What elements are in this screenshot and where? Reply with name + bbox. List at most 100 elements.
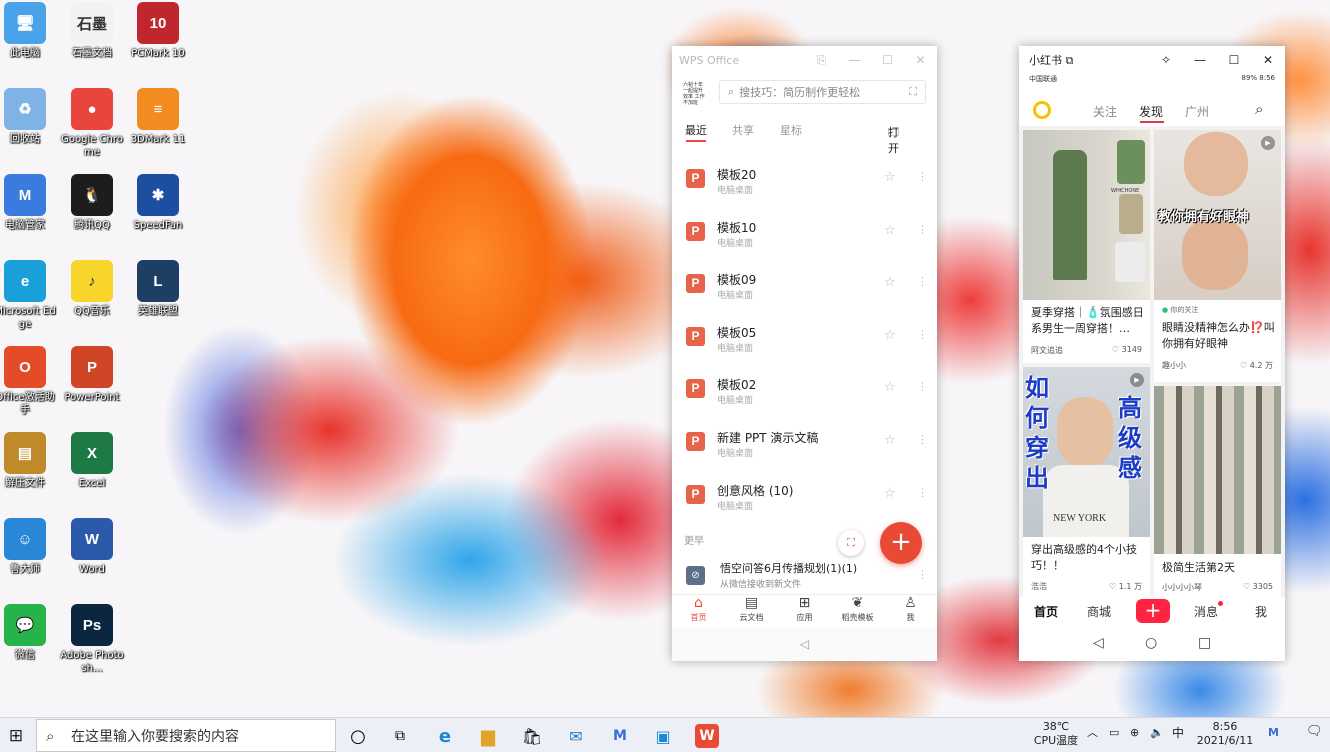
tab-starred[interactable]: 星标 [780,122,802,138]
desktop-icon[interactable]: ♪ QQ音乐 [60,260,124,318]
desktop-icon[interactable]: ✱ SpeedFan [126,174,190,232]
battery-icon[interactable]: ▭ [1109,726,1119,740]
desktop-icon[interactable]: ● Google Chrome [60,88,124,159]
desktop-icon[interactable]: L 英雄联盟 [126,260,190,318]
wps-taskbar-icon[interactable]: W [695,724,719,748]
desktop-icon[interactable]: 🐧 腾讯QQ [60,174,124,232]
more-icon[interactable]: ⋮ [917,223,928,236]
file-list-item[interactable]: P 模板10 电脑桌面 ☆ ⋮ [672,207,937,260]
file-list-item[interactable]: P 模板20 电脑桌面 ☆ ⋮ [672,154,937,207]
heart-icon[interactable]: ♡ [1112,345,1119,354]
note-card[interactable]: WHICHONE 夏季穿搭｜🧴氛围感日系男生一周穿搭！… 阿文追追 ♡ 3149 [1023,130,1150,363]
file-list-item[interactable]: P 模板05 电脑桌面 ☆ ⋮ [672,312,937,365]
pin-icon[interactable]: ✧ [1149,53,1183,67]
close-button[interactable]: ✕ [1251,53,1285,67]
more-icon[interactable]: ⋮ [917,486,928,499]
xhs-titlebar[interactable]: 小红书 ⧉ ✧ — ☐ ✕ [1019,46,1285,74]
desktop-icon[interactable]: M 电脑管家 [0,174,57,232]
more-icon[interactable]: ⋮ [917,380,928,393]
store-icon[interactable]: 🛍 [518,722,546,750]
clock[interactable]: 8:56 2021/6/11 [1190,720,1260,748]
desktop-icon[interactable]: P PowerPoint [60,346,124,404]
camera-icon[interactable] [1033,101,1051,119]
volume-icon[interactable]: 🔈 [1150,726,1164,740]
desktop-icon[interactable]: Ps Adobe Photosh... [60,604,124,675]
note-card[interactable]: 教你拥有好眼神 ▶ ● 你的关注 眼睛没精神怎么办⁉️叫你拥有好眼神 趣小小 ♡… [1154,130,1281,382]
nav-messages[interactable]: 消息 [1194,603,1218,620]
mail-icon[interactable]: ✉ [562,722,590,750]
more-icon[interactable]: ⋮ [917,433,928,446]
desktop-icon[interactable]: 石墨 石墨文档 [60,2,124,60]
nav-me[interactable]: 我 [1255,603,1267,620]
desktop-icon[interactable]: e Microsoft Edge [0,260,57,331]
file-list-item[interactable]: P 创意风格 (10) 电脑桌面 ☆ ⋮ [672,470,937,523]
close-button[interactable]: ✕ [904,53,937,67]
heart-icon[interactable]: ♡ [1243,582,1250,591]
nav-template[interactable]: ❦ 稻壳模板 [831,595,884,626]
list-item-earlier[interactable]: ⊘ 悟空问答6月传播规划(1)(1) 从微信接收到新文件 ⋮ [672,556,937,594]
maximize-button[interactable]: ☐ [1217,53,1251,67]
tab-follow[interactable]: 关注 [1093,103,1117,120]
pc-manager-icon[interactable]: M [606,722,634,750]
more-icon[interactable]: ⋮ [917,170,928,183]
search-icon[interactable]: ⌕ [1255,100,1263,118]
maximize-button[interactable]: ☐ [871,53,904,67]
edge-icon[interactable]: e [431,722,459,750]
scan-doc-button[interactable]: ⛶ [838,530,864,556]
back-icon[interactable]: ◁ [800,637,809,651]
minimize-button[interactable]: — [1183,53,1217,67]
desktop-icon[interactable]: X Excel [60,432,124,490]
phone-link-icon[interactable]: ▣ [649,722,677,750]
file-list-item[interactable]: P 新建 PPT 演示文稿 电脑桌面 ☆ ⋮ [672,417,937,470]
nav-home[interactable]: 首页 [1034,603,1058,620]
desktop-icon[interactable]: ▤ 解压文件 [0,432,57,490]
heart-icon[interactable]: ♡ [1109,582,1116,591]
desktop-icon[interactable]: O Office激活助手 [0,346,57,417]
search-input[interactable]: ⌕ 搜技巧：简历制作更轻松 ⛶ [719,80,926,104]
notification-icon[interactable]: 🗨 [1306,725,1323,739]
taskbar-search-input[interactable]: ⌕ 在这里输入你要搜索的内容 [36,719,336,752]
note-card[interactable]: NEW YORK 如何穿出 高级感 ▶ 穿出高级感的4个小技巧！！ 浩浩 ♡ 1… [1023,367,1150,597]
note-card[interactable]: 极简生活第2天 小小小小琴 ♡ 3305 [1154,386,1281,597]
more-icon[interactable]: ⋮ [917,568,928,581]
star-icon[interactable]: ☆ [884,433,896,448]
desktop-icon[interactable]: ≡ 3DMark 11 [126,88,190,146]
tab-recent[interactable]: 最近 [685,122,707,138]
file-explorer-icon[interactable]: ▆ [474,722,502,750]
back-icon[interactable]: ◁ [1093,635,1104,651]
home-circle-icon[interactable]: ○ [1145,635,1157,651]
more-icon[interactable]: ⋮ [917,328,928,341]
cortana-icon[interactable]: ○ [344,722,372,750]
network-icon[interactable]: ⊕ [1130,726,1139,740]
desktop-icon[interactable]: W Word [60,518,124,576]
scan-icon[interactable]: ⛶ [909,85,917,99]
star-icon[interactable]: ☆ [884,328,896,343]
star-icon[interactable]: ☆ [884,380,896,395]
nav-home[interactable]: ⌂ 首页 [672,595,725,626]
desktop-icon[interactable]: 🖥 此电脑 [0,2,57,60]
pc-manager-tray-icon[interactable]: M [1268,726,1279,740]
wps-office-window[interactable]: WPS Office ⎘ — ☐ ✕ 六韬十年 一起提升效率 工作不加班 ⌕ 搜… [672,46,937,661]
minimize-button[interactable]: — [838,53,871,67]
desktop-icon[interactable]: 💬 微信 [0,604,57,662]
heart-icon[interactable]: ♡ [1240,361,1247,370]
nav-cloud-doc[interactable]: ▤ 云文档 [725,595,778,626]
tab-discover[interactable]: 发现 [1139,103,1163,120]
nav-user[interactable]: ♙ 我 [884,595,937,626]
xiaohongshu-window[interactable]: 小红书 ⧉ ✧ — ☐ ✕ 中国联通 89% 8:56 关注 发现 广州 ⌕ W… [1019,46,1285,661]
pin-icon[interactable]: ⎘ [805,53,838,68]
tab-city[interactable]: 广州 [1185,103,1209,120]
star-icon[interactable]: ☆ [884,486,896,501]
file-list-item[interactable]: P 模板09 电脑桌面 ☆ ⋮ [672,259,937,312]
nav-apps[interactable]: ⊞ 应用 [778,595,831,626]
desktop-icon[interactable]: ☺ 鲁大师 [0,518,57,576]
more-icon[interactable]: ⋮ [917,275,928,288]
task-view-icon[interactable]: ⧉ [386,722,414,750]
star-icon[interactable]: ☆ [884,275,896,290]
wps-titlebar[interactable]: WPS Office ⎘ — ☐ ✕ [672,46,937,74]
tab-shared[interactable]: 共享 [732,122,754,138]
post-button[interactable]: + [1136,599,1170,623]
tray-up-icon[interactable]: ︿ [1087,726,1098,740]
nav-mall[interactable]: 商城 [1087,603,1111,620]
desktop-icon[interactable]: 10 PCMark 10 [126,2,190,60]
